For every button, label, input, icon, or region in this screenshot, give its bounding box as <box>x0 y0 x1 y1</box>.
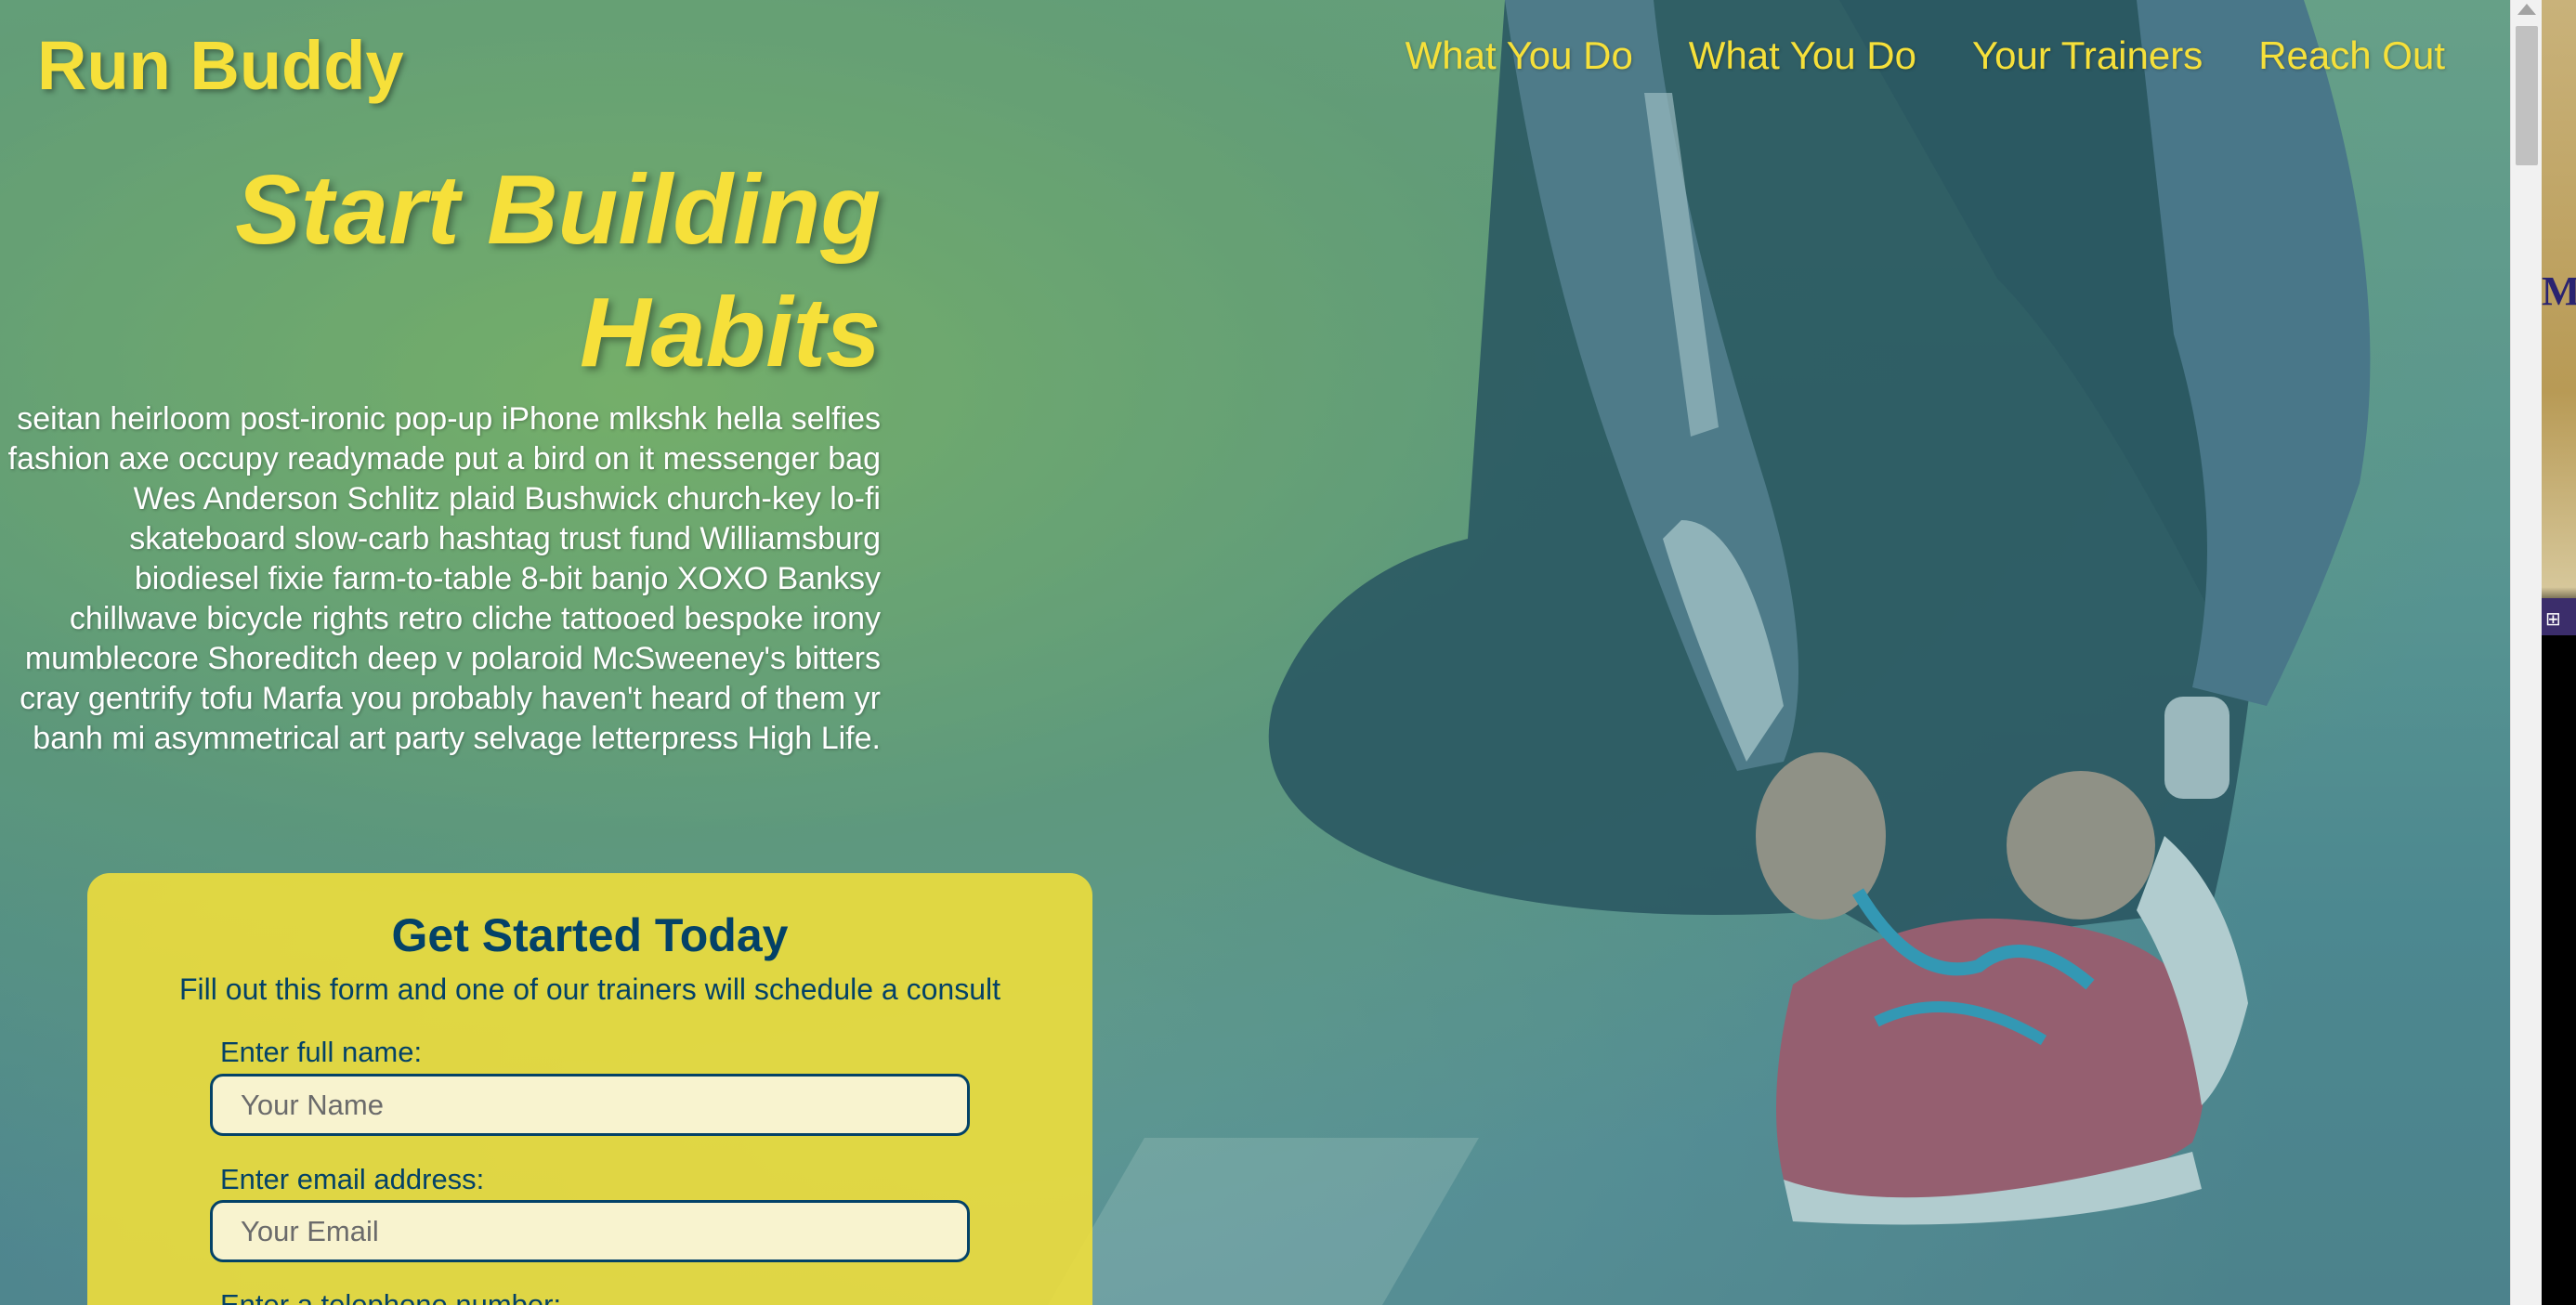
background-window-edge: M ⊞ <box>2542 0 2576 1305</box>
phone-label: Enter a telephone number: <box>220 1288 562 1305</box>
hero-title-line2: Habits <box>580 278 881 387</box>
email-input[interactable] <box>210 1200 970 1262</box>
nav-link-reach-out[interactable]: Reach Out <box>2258 33 2445 78</box>
nav-link-what-you-do-2[interactable]: What You Do <box>1689 33 1916 78</box>
hero-body-text: seitan heirloom post-ironic pop-up iPhon… <box>7 401 881 756</box>
background-window-letter: M <box>2542 268 2576 314</box>
windows-icon: ⊞ <box>2545 609 2561 630</box>
main-nav: What You Do What You Do Your Trainers Re… <box>1406 33 2445 78</box>
email-label: Enter email address: <box>220 1163 485 1195</box>
site-logo[interactable]: Run Buddy <box>37 26 404 105</box>
hero-title: Start Building Habits <box>0 149 881 394</box>
scrollbar-thumb[interactable] <box>2516 26 2538 165</box>
vertical-scrollbar[interactable] <box>2510 0 2543 1305</box>
name-input[interactable] <box>210 1074 970 1136</box>
scroll-up-arrow-icon[interactable] <box>2517 4 2536 15</box>
page-viewport: Run Buddy What You Do What You Do Your T… <box>0 0 2510 1305</box>
nav-link-your-trainers[interactable]: Your Trainers <box>1972 33 2203 78</box>
name-label: Enter full name: <box>220 1036 423 1068</box>
nav-link-what-you-do[interactable]: What You Do <box>1406 33 1633 78</box>
form-title: Get Started Today <box>391 909 789 961</box>
form-subtitle: Fill out this form and one of our traine… <box>179 972 1000 1006</box>
signup-form-card: Get Started Today Fill out this form and… <box>87 873 1092 1305</box>
background-window-taskbar: ⊞ <box>2542 598 2576 635</box>
hero-section: Start Building Habits seitan heirloom po… <box>0 149 881 759</box>
hero-title-line1: Start Building <box>235 155 881 265</box>
